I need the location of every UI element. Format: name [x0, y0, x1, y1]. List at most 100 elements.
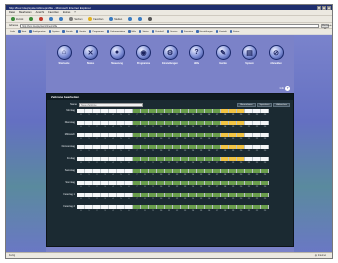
maximize-button[interactable]: □	[322, 5, 326, 10]
hour-number: 7	[136, 186, 138, 188]
schedule-grid: Montag 0 1 2 3 4 5 6 7 8 9 10 11 12 13 14 15 16 17 18 19 20 21…	[51, 109, 293, 217]
hour-number: 15	[199, 126, 203, 128]
hour-number: 8	[144, 198, 146, 200]
nav-item[interactable]: ● Steuerung	[105, 45, 129, 75]
hour-number: 7	[136, 198, 138, 200]
toolbar-button[interactable]	[146, 17, 154, 22]
hour-number: 5	[120, 198, 122, 200]
close-button[interactable]: ✕	[327, 5, 331, 10]
nav-item[interactable]: ⚙ Einstellungen	[158, 45, 182, 75]
hour-number: 5	[120, 162, 122, 164]
toolbar-button[interactable]	[47, 17, 55, 22]
hour-number: 21	[247, 114, 251, 116]
menu-item[interactable]: Extras	[63, 11, 70, 14]
link-item[interactable]: Kanäle	[61, 30, 73, 33]
go-button[interactable]: Wechseln zu	[321, 23, 332, 30]
hour-number: 19	[231, 186, 235, 188]
name-input[interactable]: Neue Zeitzone	[79, 102, 143, 107]
control-icon: ●	[109, 45, 125, 60]
timezone-panel: Zeitzone bearbeiten Name Neue Zeitzone Ü…	[46, 93, 294, 247]
hour-number: 6	[128, 210, 130, 212]
nav-item[interactable]: ⌂ Startseite	[52, 45, 76, 75]
nav-item[interactable]: ✕ Status	[79, 45, 103, 75]
hour-number: 17	[215, 114, 219, 116]
hour-number: 1	[88, 198, 90, 200]
nav-item[interactable]: ✎ Geräte	[211, 45, 235, 75]
toolbar-button[interactable]: Suchen	[67, 17, 84, 22]
link-item[interactable]: Geräte	[75, 30, 87, 33]
toolbar-button[interactable]	[27, 17, 35, 22]
hour-number: 17	[215, 198, 219, 200]
link-item[interactable]: Start	[17, 30, 27, 33]
hour-number: 10	[159, 198, 163, 200]
menu-item[interactable]: ?	[74, 11, 75, 14]
menu-item[interactable]: Favoriten	[48, 11, 59, 14]
right-background	[294, 35, 332, 252]
hour-number: 23	[263, 114, 267, 116]
link-icon	[229, 30, 233, 33]
hour-number: 14	[191, 114, 195, 116]
status-bar: Fertig ◍ Internet	[6, 252, 332, 258]
nav-item[interactable]: ▤ System	[238, 45, 262, 75]
link-item[interactable]: Kontakt	[215, 30, 228, 33]
hour-number: 15	[199, 162, 203, 164]
link-item[interactable]: Programme	[88, 30, 105, 33]
hour-number: 16	[207, 162, 211, 164]
hour-number: 9	[152, 198, 154, 200]
menu-item[interactable]: Datei	[9, 11, 15, 14]
link-item[interactable]: Extras	[229, 30, 241, 33]
link-item[interactable]: Konfiguration	[28, 30, 46, 33]
hour-number: 10	[159, 210, 163, 212]
toolbar-button[interactable]	[37, 17, 45, 22]
hour-number: 15	[199, 138, 203, 140]
hour-number: 0	[80, 162, 82, 164]
link-item[interactable]: Service	[166, 30, 179, 33]
hour-number: 8	[144, 126, 146, 128]
link-item[interactable]: Links	[9, 31, 16, 33]
toolbar-button[interactable]	[57, 17, 65, 22]
address-input[interactable]: http://box:1/eq/system/timeprofile	[20, 23, 319, 28]
day-hours: 0 1 2 3 4 5 6 7 8 9 10 11 12 13 14 15 16 17 18 19 20 21 22 23	[77, 157, 269, 165]
minimize-button[interactable]: _	[317, 5, 321, 10]
link-item[interactable]: Dokumentation	[106, 30, 126, 33]
panel-button[interactable]: Speichern	[256, 102, 273, 107]
nav-item[interactable]: ? Hilfe	[185, 45, 209, 75]
link-item[interactable]: Status	[138, 30, 150, 33]
hour-number: 11	[167, 162, 171, 164]
toolbar-button[interactable]: Medien	[107, 17, 124, 22]
hour-numbers: 0 1 2 3 4 5 6 7 8 9 10 11 12 13 14 15 16 17 18 19 20 21 22 23	[77, 125, 269, 129]
hour-number: 3	[104, 198, 106, 200]
toolbar-button[interactable]	[136, 17, 144, 22]
nav-item[interactable]: ⊘ Abmelden	[264, 45, 288, 75]
menu-item[interactable]: Bearbeiten	[19, 11, 32, 14]
hour-number: 1	[88, 162, 90, 164]
link-item[interactable]: System	[48, 30, 61, 33]
toolbar-button[interactable]	[126, 17, 134, 22]
link-item[interactable]: Hilfe	[127, 30, 137, 33]
info-link[interactable]: Info ?	[280, 86, 290, 91]
link-item[interactable]: Protokoll	[151, 30, 165, 33]
day-hours: 0 1 2 3 4 5 6 7 8 9 10 11 12 13 14 15 16 17 18 19 20 21 22 23	[77, 169, 269, 177]
hour-number: 16	[207, 114, 211, 116]
hour-number: 19	[231, 174, 235, 176]
link-item[interactable]: Favoriten	[180, 30, 195, 33]
panel-button[interactable]: Abbrechen	[273, 102, 290, 107]
link-label: Favoriten	[184, 30, 194, 33]
link-item[interactable]: Einstellungen	[195, 30, 214, 33]
hour-number: 20	[239, 198, 243, 200]
menu-item[interactable]: Ansicht	[36, 11, 45, 14]
hour-number: 21	[247, 150, 251, 152]
hour-number: 13	[183, 150, 187, 152]
name-label: Name	[70, 103, 77, 106]
nav-item[interactable]: ◉ Programme	[132, 45, 156, 75]
help-icon: ?	[189, 45, 204, 60]
hour-number: 9	[152, 210, 154, 212]
panel-button[interactable]: Übernehmen	[236, 102, 256, 107]
toolbar-button[interactable]: Favoriten	[86, 17, 105, 22]
day-hours: 0 1 2 3 4 5 6 7 8 9 10 11 12 13 14 15 16 17 18 19 20 21 22 23	[77, 205, 269, 213]
toolbar-button[interactable]: Zurück	[9, 17, 25, 22]
hour-number: 15	[199, 150, 203, 152]
zone-label: Internet	[317, 254, 326, 257]
status-text: Fertig	[9, 254, 16, 257]
hour-number: 20	[239, 186, 243, 188]
